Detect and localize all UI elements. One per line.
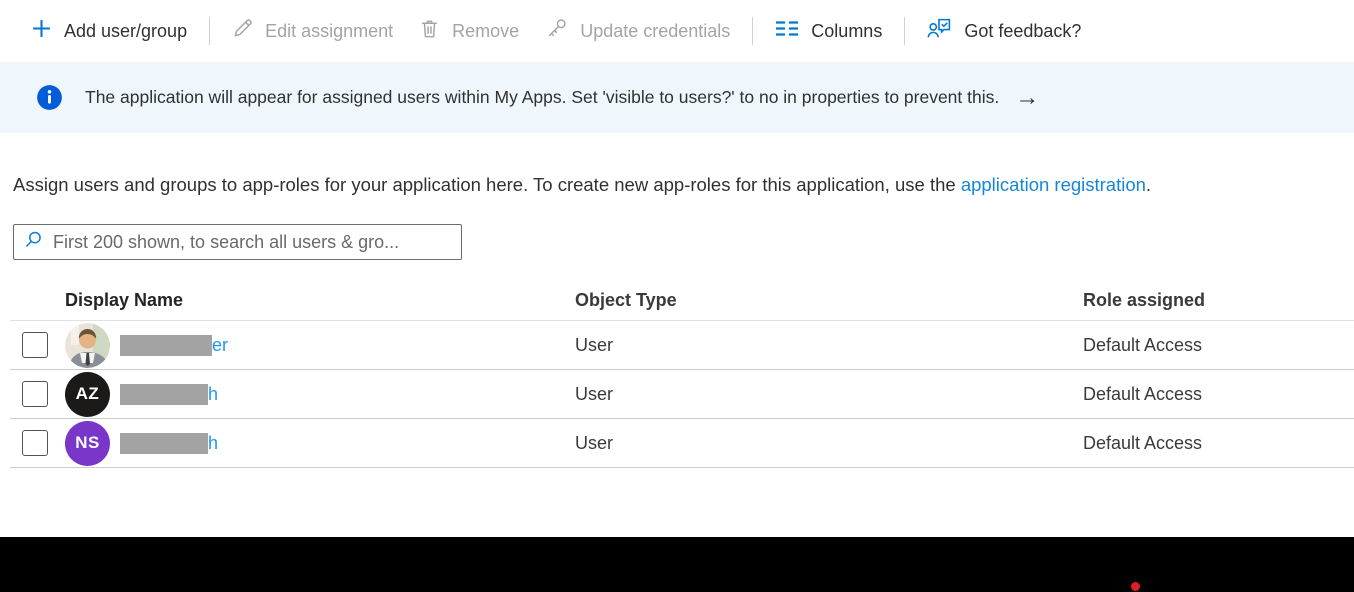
name-redaction bbox=[120, 335, 212, 356]
row-checkbox-cell bbox=[10, 332, 65, 358]
name-suffix: h bbox=[208, 433, 218, 454]
header-role-assigned: Role assigned bbox=[1083, 290, 1354, 311]
user-name-link[interactable]: h bbox=[120, 433, 218, 454]
user-initials-avatar: AZ bbox=[65, 372, 110, 417]
update-credentials-button[interactable]: Update credentials bbox=[532, 11, 743, 51]
user-name-link[interactable]: er bbox=[120, 335, 228, 356]
assignments-table: Display Name Object Type Role assigned bbox=[10, 280, 1354, 468]
table-header-row: Display Name Object Type Role assigned bbox=[10, 280, 1354, 321]
info-banner: The application will appear for assigned… bbox=[0, 62, 1354, 133]
edit-assignment-button[interactable]: Edit assignment bbox=[219, 11, 406, 51]
row-checkbox[interactable] bbox=[22, 430, 48, 456]
table-row[interactable]: NS h User Default Access bbox=[10, 419, 1354, 468]
toolbar-divider bbox=[752, 17, 753, 45]
table-row[interactable]: er User Default Access bbox=[10, 321, 1354, 370]
add-user-group-label: Add user/group bbox=[64, 21, 187, 42]
columns-label: Columns bbox=[811, 21, 882, 42]
search-box bbox=[13, 224, 462, 260]
role-assigned-cell: Default Access bbox=[1083, 384, 1354, 405]
columns-button[interactable]: Columns bbox=[762, 11, 895, 51]
description-text-after: . bbox=[1146, 174, 1151, 195]
key-icon bbox=[545, 17, 568, 45]
display-name-cell: AZ h bbox=[65, 372, 575, 417]
table-row[interactable]: AZ h User Default Access bbox=[10, 370, 1354, 419]
edit-icon bbox=[232, 18, 253, 44]
name-suffix: h bbox=[208, 384, 218, 405]
name-redaction bbox=[120, 433, 208, 454]
display-name-cell: NS h bbox=[65, 421, 575, 466]
role-assigned-cell: Default Access bbox=[1083, 335, 1354, 356]
remove-label: Remove bbox=[452, 21, 519, 42]
info-banner-message: The application will appear for assigned… bbox=[85, 87, 999, 108]
user-name-link[interactable]: h bbox=[120, 384, 218, 405]
trash-icon bbox=[419, 18, 440, 44]
application-registration-link[interactable]: application registration bbox=[961, 174, 1146, 195]
toolbar-divider bbox=[209, 17, 210, 45]
users-and-groups-page: Add user/group Edit assignment Remove Up… bbox=[0, 0, 1354, 592]
search-icon bbox=[24, 230, 53, 254]
row-checkbox[interactable] bbox=[22, 332, 48, 358]
object-type-cell: User bbox=[575, 384, 1083, 405]
add-user-group-button[interactable]: Add user/group bbox=[18, 11, 200, 51]
command-bar: Add user/group Edit assignment Remove Up… bbox=[0, 0, 1354, 62]
banner-arrow-link[interactable]: → bbox=[1015, 86, 1039, 110]
feedback-icon bbox=[927, 17, 952, 45]
name-redaction bbox=[120, 384, 208, 405]
page-description: Assign users and groups to app-roles for… bbox=[13, 174, 1354, 196]
row-checkbox-cell bbox=[10, 381, 65, 407]
header-object-type: Object Type bbox=[575, 290, 1083, 311]
got-feedback-button[interactable]: Got feedback? bbox=[914, 11, 1094, 51]
columns-icon bbox=[775, 20, 799, 42]
user-photo-avatar bbox=[65, 323, 110, 368]
header-display-name: Display Name bbox=[65, 290, 575, 311]
remove-button[interactable]: Remove bbox=[406, 11, 532, 51]
row-checkbox-cell bbox=[10, 430, 65, 456]
object-type-cell: User bbox=[575, 433, 1083, 454]
description-text-before: Assign users and groups to app-roles for… bbox=[13, 174, 961, 195]
avatar-initials: NS bbox=[75, 433, 100, 453]
user-initials-avatar: NS bbox=[65, 421, 110, 466]
object-type-cell: User bbox=[575, 335, 1083, 356]
toolbar-divider bbox=[904, 17, 905, 45]
update-credentials-label: Update credentials bbox=[580, 21, 730, 42]
name-suffix: er bbox=[212, 335, 228, 356]
role-assigned-cell: Default Access bbox=[1083, 433, 1354, 454]
bottom-black-bar bbox=[0, 537, 1354, 592]
info-icon bbox=[36, 84, 63, 111]
add-icon bbox=[31, 18, 52, 44]
search-input[interactable] bbox=[53, 232, 451, 253]
edit-assignment-label: Edit assignment bbox=[265, 21, 393, 42]
avatar-initials: AZ bbox=[76, 384, 100, 404]
row-checkbox[interactable] bbox=[22, 381, 48, 407]
display-name-cell: er bbox=[65, 323, 575, 368]
red-record-dot bbox=[1131, 582, 1140, 591]
got-feedback-label: Got feedback? bbox=[964, 21, 1081, 42]
